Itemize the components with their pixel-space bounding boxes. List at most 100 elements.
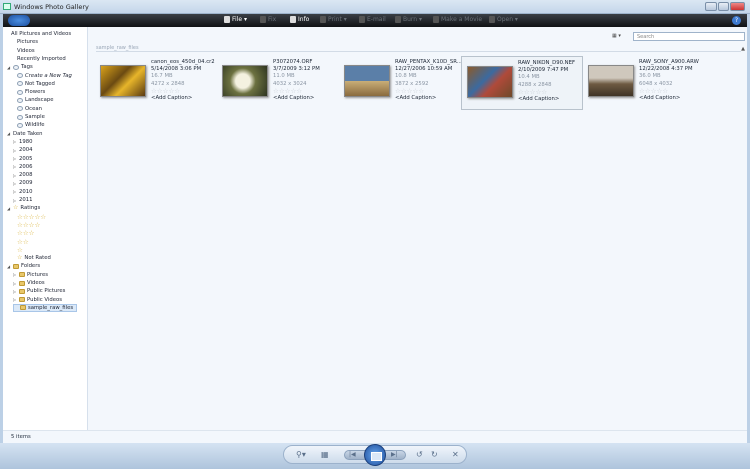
date-item[interactable]: ▷ 2005 [13,155,32,163]
photo-thumbnail[interactable] [344,65,390,97]
photo-thumbnail[interactable] [222,65,268,97]
add-caption-link[interactable]: <Add Caption> [518,96,575,103]
burn-menu[interactable]: Burn ▾ [395,16,422,23]
close-button[interactable] [730,2,745,11]
not-rated-item-icon: ☆ [17,254,23,262]
email-button[interactable]: E-mail [359,16,386,23]
expand-arrow-icon[interactable]: ▷ [13,297,17,302]
expand-arrow-icon[interactable]: ◢ [7,65,11,70]
photo-tile[interactable]: canon_eos_450d_04.cr2 5/14/2008 3:06 PM … [95,56,217,110]
photo-thumbnail[interactable] [588,65,634,97]
back-forward-buttons[interactable] [8,15,30,26]
photo-tile[interactable]: P3072074.ORF 3/7/2009 3:12 PM 11.0 MB 40… [217,56,339,110]
add-caption-link[interactable]: <Add Caption> [395,95,462,102]
actual-size-icon[interactable]: ▦ [321,450,329,459]
date-item[interactable]: ▷ 2006 [13,163,32,171]
label: Videos [27,280,45,286]
expand-arrow-icon[interactable]: ▷ [13,289,17,294]
rating-stars[interactable]: ☆☆☆☆☆ [518,88,575,96]
file-menu[interactable]: File ▾ [224,16,247,23]
library-item[interactable]: Pictures [17,38,38,46]
date-item[interactable]: ▷ 2011 [13,196,32,204]
tag-item[interactable]: Wildlife [17,121,45,129]
rating-4-stars[interactable]: ☆☆☆☆ [17,221,40,229]
rating-5-stars[interactable]: ☆☆☆☆☆ [17,213,46,221]
date-item[interactable]: ▷ 2008 [13,171,32,179]
date-taken-header[interactable]: ◢ Date Taken [7,130,42,138]
expand-arrow-icon[interactable]: ◢ [7,131,11,136]
expand-arrow-icon[interactable]: ▷ [13,189,17,194]
rating-1-stars[interactable]: ☆ [17,246,23,254]
photo-thumbnail[interactable] [100,65,146,97]
fix-button[interactable]: Fix [260,16,276,23]
date-item[interactable]: ▷ 2009 [13,179,32,187]
tag-item[interactable]: Flowers [17,88,45,96]
rotate-left-icon[interactable]: ↺ [416,450,423,459]
rating-stars[interactable]: ☆☆☆☆☆ [395,87,462,95]
file-icon [224,16,230,23]
expand-arrow-icon[interactable]: ▷ [13,156,17,161]
minimize-button[interactable] [705,2,717,11]
expand-arrow-icon[interactable]: ▷ [13,272,17,277]
scroll-up-arrow[interactable]: ▲ [741,46,745,52]
rotate-right-icon[interactable]: ↻ [431,450,438,459]
add-caption-link[interactable]: <Add Caption> [639,95,699,102]
label: Create a New Tag [25,72,72,79]
expand-arrow-icon[interactable]: ▷ [13,173,17,178]
email-label: E-mail [367,16,386,23]
help-icon[interactable]: ? [732,16,741,25]
photo-thumbnail[interactable] [467,66,513,98]
expand-arrow-icon[interactable]: ▷ [13,164,17,169]
photo-tile[interactable]: RAW_SONY_A900.ARW 12/22/2008 4:37 PM 36.… [583,56,705,110]
expand-arrow-icon[interactable]: ▷ [13,198,17,203]
folder-item[interactable]: ▷ Videos [13,279,45,287]
photo-tile[interactable]: RAW_PENTAX_K10D_SR... 12/27/2006 10:59 A… [339,56,462,110]
date-item[interactable]: ▷ 1980 [13,138,32,146]
view-options-button[interactable]: ▦ ▾ [612,33,626,40]
make-movie-button[interactable]: Make a Movie [433,16,482,23]
delete-icon[interactable]: ✕ [452,450,459,459]
rating-stars[interactable]: ☆☆☆☆☆ [639,87,699,95]
expand-arrow-icon[interactable]: ◢ [7,264,11,269]
tag-item[interactable]: Not Tagged [17,80,55,88]
library-item[interactable]: All Pictures and Videos [11,30,71,38]
add-caption-link[interactable]: <Add Caption> [273,95,320,102]
print-menu[interactable]: Print ▾ [320,16,347,23]
expand-arrow-icon[interactable]: ▷ [13,181,17,186]
rating-2-stars[interactable]: ☆☆ [17,238,29,246]
tag-item[interactable]: Landscape [17,96,53,104]
photo-details: P3072074.ORF 3/7/2009 3:12 PM 11.0 MB 40… [273,59,320,102]
not-rated-item[interactable]: ☆ Not Rated [17,254,51,262]
folder-item[interactable]: ▷ Pictures [13,271,48,279]
photo-tile[interactable]: RAW_NIKON_D90.NEF 2/10/2009 7:47 PM 10.4… [461,56,583,110]
tag-item[interactable]: Sample [17,113,45,121]
folders-header[interactable]: ◢ Folders [7,262,40,270]
folder-item[interactable]: ▷ Public Videos [13,296,62,304]
expand-arrow-icon[interactable]: ▷ [13,139,17,144]
library-item[interactable]: Videos [17,47,35,55]
expand-arrow-icon[interactable]: ◢ [7,206,11,211]
maximize-button[interactable] [718,2,729,11]
expand-arrow-icon[interactable]: ▷ [13,148,17,153]
add-caption-link[interactable]: <Add Caption> [151,95,215,102]
rating-3-stars[interactable]: ☆☆☆ [17,229,34,237]
ratings-header[interactable]: ◢ ☆ Ratings [7,204,40,212]
slideshow-button[interactable] [364,444,386,466]
tag-item[interactable]: Create a New Tag [17,72,72,80]
tags-header[interactable]: ◢ Tags [7,63,33,71]
open-menu[interactable]: Open ▾ [489,16,518,23]
date-item[interactable]: ▷ 2010 [13,188,32,196]
previous-icon[interactable]: |◀ [349,451,356,458]
next-icon[interactable]: ▶| [391,451,398,458]
folder-item[interactable]: ▷ Public Pictures [13,287,65,295]
rating-stars[interactable]: ☆☆☆☆☆ [151,87,215,95]
library-item[interactable]: Recently Imported [17,55,66,63]
folder-item-selected[interactable]: sample_raw_files [13,303,78,312]
tag-item[interactable]: Ocean [17,105,42,113]
rating-stars[interactable]: ☆☆☆☆☆ [273,87,320,95]
zoom-icon[interactable]: ⚲▾ [296,450,306,459]
expand-arrow-icon[interactable]: ▷ [13,281,17,286]
search-input[interactable]: Search [633,32,745,41]
info-button[interactable]: Info [290,16,309,23]
date-item[interactable]: ▷ 2004 [13,146,32,154]
